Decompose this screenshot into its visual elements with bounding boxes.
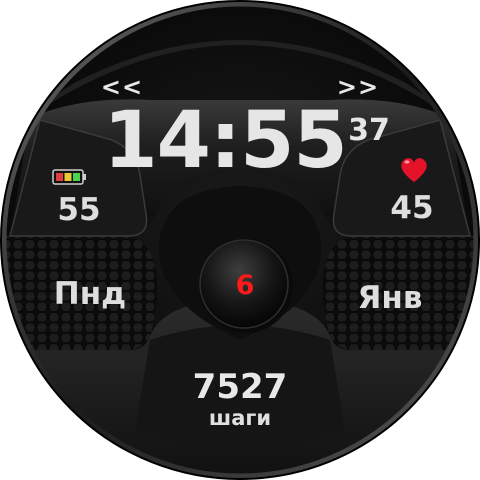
seconds-display: 37: [348, 113, 390, 148]
time-display: 14:55: [103, 96, 347, 186]
steps-count: 7527: [192, 367, 288, 407]
battery-icon: [52, 169, 86, 185]
month-label: Янв: [357, 280, 423, 316]
heart-rate: 45: [390, 190, 434, 226]
weekday-label: Пнд: [53, 276, 127, 312]
steps-unit: шаги: [208, 406, 272, 430]
battery-level: 55: [57, 192, 101, 228]
day-number: 6: [235, 270, 255, 301]
